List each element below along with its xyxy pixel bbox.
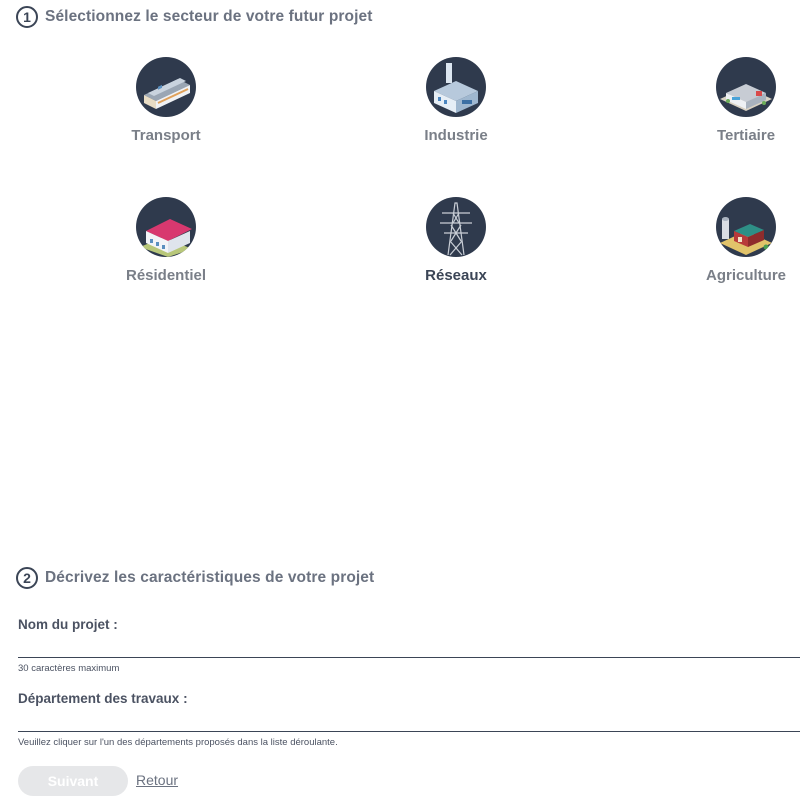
sector-agriculture[interactable]: Agriculture — [666, 197, 800, 284]
step-1-header: 1 Sélectionnez le secteur de votre futur… — [16, 6, 373, 28]
step-1-number: 1 — [16, 6, 38, 28]
sector-label: Réseaux — [425, 267, 487, 284]
department-label: Département des travaux : — [18, 691, 188, 706]
sector-label: Résidentiel — [125, 267, 207, 284]
step-2-title: Décrivez les caractéristiques de votre p… — [45, 569, 375, 586]
sector-label: Agriculture — [705, 267, 786, 284]
department-hint: Veuillez cliquer sur l'un des départemen… — [18, 737, 338, 748]
sector-tertiaire[interactable]: Tertiaire — [666, 57, 800, 144]
sector-reseaux[interactable]: Réseaux — [376, 197, 536, 284]
sector-label: Industrie — [424, 127, 488, 144]
factory-icon — [426, 57, 486, 117]
sector-residentiel[interactable]: Résidentiel — [86, 197, 246, 284]
sector-label: Transport — [131, 127, 201, 144]
office-building-icon — [716, 57, 776, 117]
sector-transport[interactable]: Transport — [86, 57, 246, 144]
step-1-title: Sélectionnez le secteur de votre futur p… — [45, 8, 373, 25]
back-link[interactable]: Retour — [136, 772, 178, 788]
house-icon — [136, 197, 196, 257]
step-2-number: 2 — [16, 567, 38, 589]
project-name-hint: 30 caractères maximum — [18, 663, 120, 674]
department-input[interactable] — [18, 708, 800, 732]
step-2-header: 2 Décrivez les caractéristiques de votre… — [16, 567, 374, 589]
farm-icon — [716, 197, 776, 257]
sector-label: Tertiaire — [716, 127, 776, 144]
power-pylon-icon — [426, 197, 486, 257]
project-name-input[interactable] — [18, 634, 800, 658]
sector-industrie[interactable]: Industrie — [376, 57, 536, 144]
project-name-label: Nom du projet : — [18, 617, 118, 632]
train-icon — [136, 57, 196, 117]
next-button[interactable]: Suivant — [18, 766, 128, 796]
